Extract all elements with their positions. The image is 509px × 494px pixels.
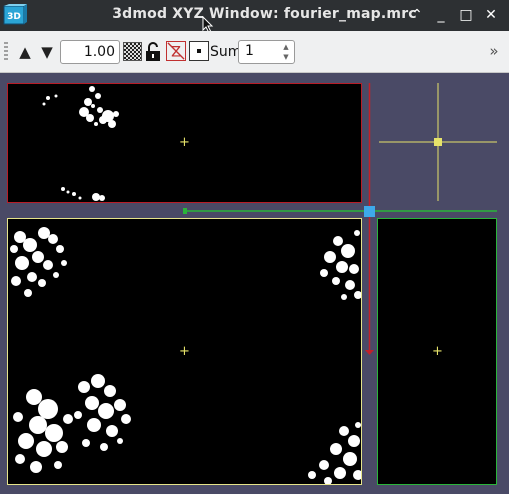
z-slider-handle[interactable] <box>364 206 375 217</box>
lock-icon[interactable] <box>144 41 162 63</box>
title-bar[interactable]: 3D 3dmod XYZ Window: fourier_map.mrc ⌃ _… <box>0 0 509 34</box>
xz-crosshair: + <box>179 135 190 150</box>
toolbar-grip[interactable] <box>4 42 8 62</box>
minimize-button[interactable]: _ <box>431 5 451 25</box>
x-slice-marker[interactable] <box>365 350 374 355</box>
toolbar: ▲ ▼ 1.00 Z Sum 1 ▲ ▼ » <box>0 31 509 73</box>
overflow-icon[interactable]: » <box>486 42 502 60</box>
close-button[interactable]: ✕ <box>481 5 501 25</box>
checker-icon[interactable] <box>123 42 142 61</box>
sum-label: Sum <box>210 44 242 60</box>
sum-spinbox[interactable]: 1 ▲ ▼ <box>238 40 295 64</box>
z-toggle-icon[interactable]: Z <box>166 41 186 61</box>
step-down-button[interactable]: ▼ <box>38 42 56 62</box>
shade-button[interactable]: ⌃ <box>407 5 427 25</box>
y-slice-marker[interactable] <box>183 208 187 214</box>
maximize-button[interactable]: □ <box>456 5 476 25</box>
yz-crosshair: + <box>432 344 443 359</box>
zoom-input[interactable]: 1.00 <box>60 40 120 64</box>
yz-view[interactable]: + <box>377 218 497 485</box>
xyz-window: 3D 3dmod XYZ Window: fourier_map.mrc ⌃ _… <box>0 0 509 494</box>
z-toggle-label: Z <box>171 44 181 60</box>
nav-center-handle[interactable] <box>434 138 442 146</box>
spin-up-icon[interactable]: ▲ <box>280 42 292 52</box>
sum-value[interactable]: 1 <box>245 43 254 59</box>
dot-icon[interactable] <box>189 41 209 61</box>
spin-down-icon[interactable]: ▼ <box>280 52 292 62</box>
xz-view[interactable]: + <box>7 83 362 203</box>
step-up-button[interactable]: ▲ <box>16 42 34 62</box>
xy-crosshair: + <box>179 344 190 359</box>
xy-view[interactable]: + <box>7 218 362 485</box>
